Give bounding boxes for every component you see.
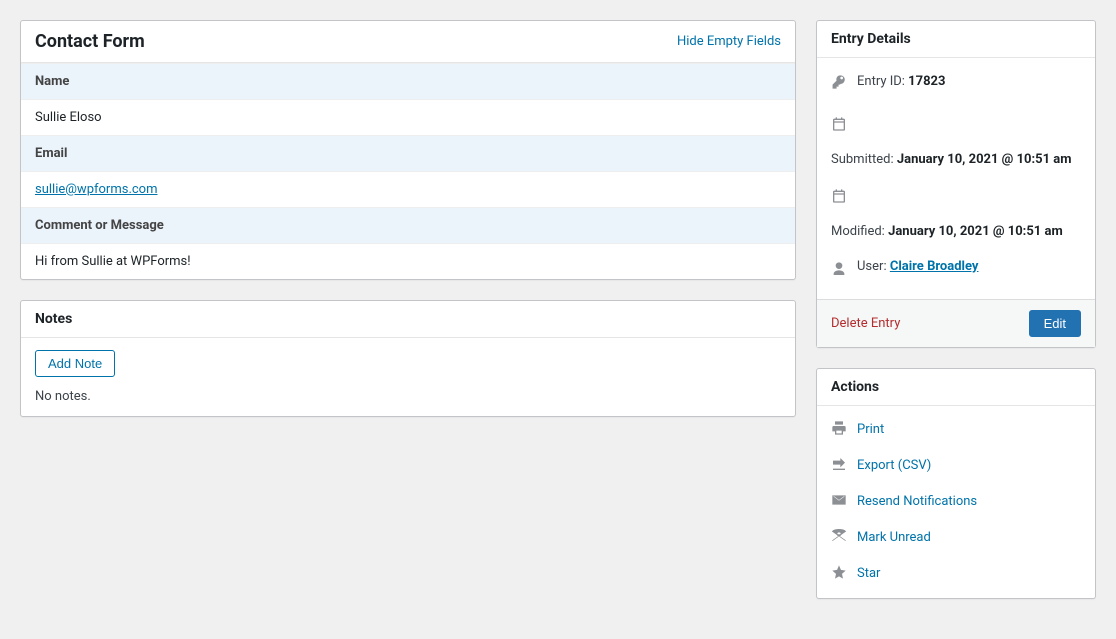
submitted-label: Submitted: — [831, 152, 894, 167]
actions-header: Actions — [817, 369, 1095, 406]
modified-label: Modified: — [831, 224, 885, 239]
actions-title: Actions — [831, 379, 879, 395]
field-value-name: Sullie Eloso — [21, 100, 795, 135]
user-label: User: — [857, 259, 887, 274]
detail-row-modified: Modified: January 10, 2021 @ 10:51 am — [831, 178, 1081, 251]
email-link[interactable]: sullie@wpforms.com — [35, 182, 158, 197]
action-item-resend: Resend Notifications — [831, 484, 1081, 520]
notes-panel: Notes Add Note No notes. — [20, 300, 796, 417]
contact-form-title: Contact Form — [35, 31, 145, 52]
actions-panel: Actions Print Export (CSV) — [816, 368, 1096, 599]
unread-icon — [831, 528, 847, 548]
action-item-star: Star — [831, 556, 1081, 592]
contact-form-fields: Name Sullie Eloso Email sullie@wpforms.c… — [21, 63, 795, 279]
notes-header: Notes — [21, 301, 795, 338]
contact-form-header: Contact Form Hide Empty Fields — [21, 21, 795, 63]
key-icon — [831, 74, 847, 98]
detail-row-submitted: Submitted: January 10, 2021 @ 10:51 am — [831, 106, 1081, 179]
print-icon — [831, 420, 847, 440]
entry-details-panel: Entry Details Entry ID: 17823 — [816, 20, 1096, 348]
modified-value: January 10, 2021 @ 10:51 am — [888, 224, 1063, 239]
calendar-icon — [831, 116, 847, 140]
action-item-unread: Mark Unread — [831, 520, 1081, 556]
hide-empty-fields-link[interactable]: Hide Empty Fields — [677, 34, 781, 49]
star-link[interactable]: Star — [857, 566, 880, 581]
field-value-message: Hi from Sullie at WPForms! — [21, 244, 795, 279]
user-icon — [831, 261, 847, 281]
export-icon — [831, 456, 847, 476]
submitted-value: January 10, 2021 @ 10:51 am — [897, 152, 1072, 167]
entry-id-label: Entry ID: — [857, 74, 905, 89]
resend-link[interactable]: Resend Notifications — [857, 494, 977, 509]
entry-id-value: 17823 — [908, 74, 945, 89]
field-label-email: Email — [21, 135, 795, 172]
export-link[interactable]: Export (CSV) — [857, 458, 931, 473]
star-icon — [831, 564, 847, 584]
contact-form-panel: Contact Form Hide Empty Fields Name Sull… — [20, 20, 796, 280]
field-label-message: Comment or Message — [21, 207, 795, 244]
field-value-email: sullie@wpforms.com — [21, 172, 795, 207]
notes-title: Notes — [35, 311, 72, 327]
entry-details-title: Entry Details — [831, 31, 911, 47]
action-item-print: Print — [831, 412, 1081, 448]
user-link[interactable]: Claire Broadley — [890, 259, 979, 274]
mail-icon — [831, 492, 847, 512]
entry-details-footer: Delete Entry Edit — [817, 299, 1095, 347]
detail-row-user: User: Claire Broadley — [831, 251, 1081, 289]
entry-details-header: Entry Details — [817, 21, 1095, 58]
notes-empty-text: No notes. — [35, 389, 781, 404]
delete-entry-link[interactable]: Delete Entry — [831, 316, 900, 331]
add-note-button[interactable]: Add Note — [35, 350, 115, 377]
calendar-icon — [831, 188, 847, 212]
print-link[interactable]: Print — [857, 422, 884, 437]
edit-button[interactable]: Edit — [1029, 310, 1081, 337]
action-item-export: Export (CSV) — [831, 448, 1081, 484]
field-label-name: Name — [21, 63, 795, 100]
detail-row-entry-id: Entry ID: 17823 — [831, 64, 1081, 106]
unread-link[interactable]: Mark Unread — [857, 530, 931, 545]
